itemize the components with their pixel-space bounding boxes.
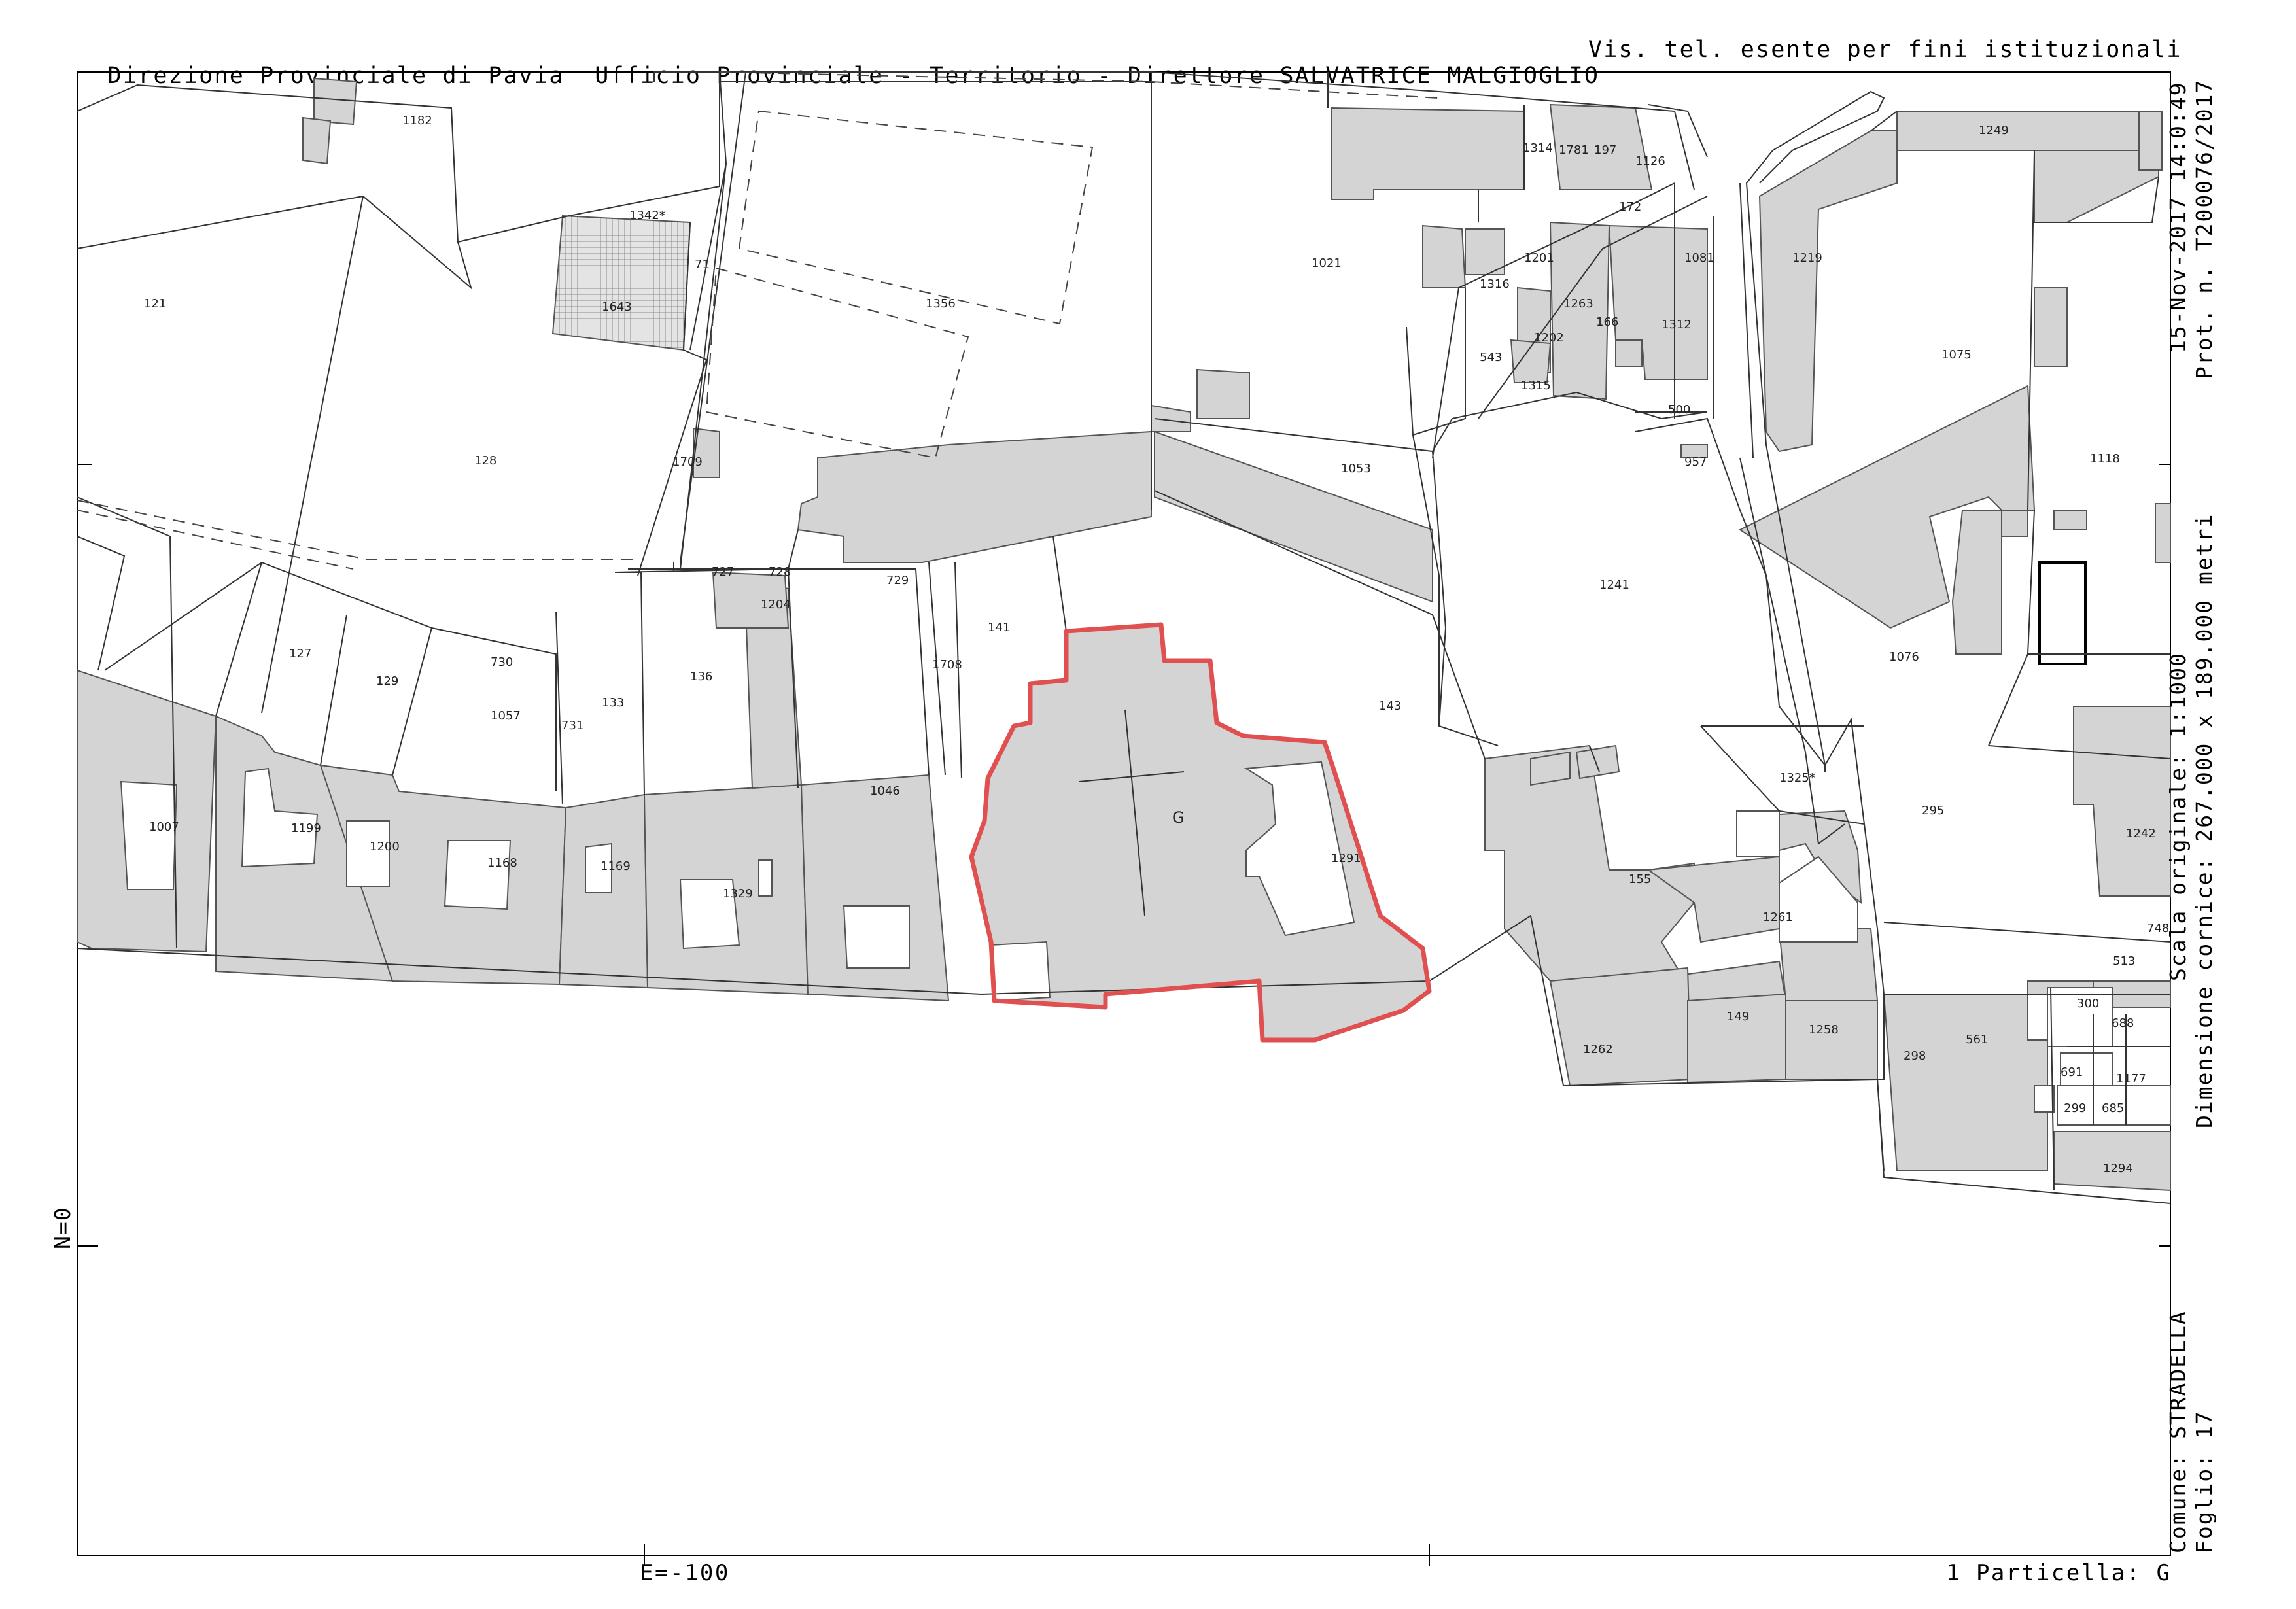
parcel-label: 1294 bbox=[2103, 1162, 2133, 1175]
parcel-label: 500 bbox=[1668, 403, 1690, 417]
parcel-label: 298 bbox=[1904, 1049, 1926, 1063]
parcel-label: 155 bbox=[1629, 873, 1651, 886]
parcel-label: 141 bbox=[988, 621, 1010, 634]
foglio-label: Foglio: 17 bbox=[2191, 1410, 2217, 1553]
parcel-label: 1046 bbox=[870, 784, 900, 798]
north-coordinate: N=0 bbox=[50, 1206, 75, 1249]
parcel-label: 688 bbox=[2112, 1016, 2134, 1030]
parcel-label: 1076 bbox=[1889, 650, 1919, 664]
parcel-label: 1315 bbox=[1521, 379, 1551, 392]
parcel-label: 561 bbox=[1966, 1033, 1988, 1047]
parcel-label: 1356 bbox=[926, 297, 956, 311]
frame-dimension: Dimensione cornice: 267.000 x 189.000 me… bbox=[2191, 513, 2217, 1128]
parcel-label: 729 bbox=[886, 574, 909, 587]
parcel-label: 1249 bbox=[1979, 124, 2009, 137]
particella-count: 1 Particella: G bbox=[1946, 1560, 2172, 1586]
parcel-label: 1053 bbox=[1341, 462, 1371, 476]
parcel-label: 1258 bbox=[1809, 1023, 1839, 1037]
parcel-label: 1202 bbox=[1534, 331, 1564, 345]
parcel-label: 1021 bbox=[1312, 256, 1342, 270]
buildings-layer bbox=[77, 77, 2171, 1192]
parcel-label: 1075 bbox=[1941, 348, 1972, 362]
parcel-label: 1199 bbox=[291, 822, 321, 835]
parcel-label: 197 bbox=[1594, 143, 1616, 157]
parcel-label: 1242 bbox=[2126, 827, 2156, 840]
parcel-label: 172 bbox=[1619, 200, 1641, 214]
parcel-label: 1204 bbox=[761, 598, 791, 612]
parcel-label: 1312 bbox=[1661, 318, 1692, 332]
parcel-label: 1342* bbox=[629, 209, 665, 222]
parcel-label: 136 bbox=[690, 670, 712, 683]
parcel-label: 1200 bbox=[370, 840, 400, 854]
parcel-label: 1316 bbox=[1480, 277, 1510, 291]
parcel-label: 1262 bbox=[1583, 1043, 1613, 1056]
parcel-label: 129 bbox=[376, 674, 398, 688]
parcel-label: 691 bbox=[2061, 1065, 2083, 1079]
parcel-label: 1118 bbox=[2090, 452, 2120, 466]
parcel-label: 1168 bbox=[487, 856, 517, 870]
parcel-label: 1314 bbox=[1523, 141, 1553, 155]
parcel-label: 1177 bbox=[2116, 1072, 2146, 1086]
protocol-number: Prot. n. T200076/2017 bbox=[2191, 78, 2217, 379]
parcel-label: 1169 bbox=[600, 859, 631, 873]
parcel-label: 1708 bbox=[932, 658, 962, 672]
parcel-label: 143 bbox=[1379, 699, 1401, 713]
parcel-label: 133 bbox=[602, 696, 624, 710]
parcel-label: 731 bbox=[561, 719, 583, 733]
parcel-label: 730 bbox=[491, 655, 513, 669]
parcel-label: 1643 bbox=[602, 300, 632, 314]
parcel-label: 1007 bbox=[149, 820, 179, 834]
parcel-label: 1081 bbox=[1684, 251, 1714, 265]
parcel-label: 1182 bbox=[402, 114, 432, 128]
cadastral-map: 1182 121 1342* 1643 71 1356 128 1709 727… bbox=[77, 71, 2171, 1566]
parcel-label: 300 bbox=[2077, 997, 2099, 1011]
parcel-label: 149 bbox=[1727, 1010, 1749, 1024]
date-stamp: 15-Nov-2017 14:0:49 bbox=[2165, 81, 2191, 354]
parcel-label: 957 bbox=[1684, 455, 1707, 469]
parcel-label: 513 bbox=[2113, 954, 2135, 968]
parcel-label: 127 bbox=[289, 647, 311, 661]
parcel-label: 1291 bbox=[1331, 852, 1361, 865]
parcel-label: 1329 bbox=[723, 887, 753, 901]
parcel-label: 1709 bbox=[672, 455, 703, 469]
parcel-label: 543 bbox=[1480, 351, 1502, 364]
parcel-label: 1241 bbox=[1599, 578, 1629, 592]
parcel-label: 685 bbox=[2102, 1101, 2124, 1115]
scale-info: Scala originale: 1:1000 bbox=[2165, 652, 2191, 981]
parcel-label: 1126 bbox=[1635, 154, 1665, 168]
parcel-label: 727 bbox=[712, 565, 734, 579]
parcel-label: 1201 bbox=[1524, 251, 1554, 265]
parcel-label-G: G bbox=[1172, 808, 1185, 827]
parcel-label: 166 bbox=[1596, 315, 1618, 329]
parcel-label: 121 bbox=[144, 297, 166, 311]
parcel-label: 1219 bbox=[1792, 251, 1822, 265]
comune-label: Comune: STRADELLA bbox=[2165, 1310, 2191, 1553]
parcel-label: 1057 bbox=[491, 709, 521, 723]
parcel-label: 1781 bbox=[1559, 143, 1589, 157]
parcel-label: 128 bbox=[474, 454, 496, 468]
parcel-label: 299 bbox=[2064, 1101, 2086, 1115]
parcel-label: 728 bbox=[769, 565, 791, 579]
parcel-label: 71 bbox=[695, 258, 710, 271]
hatched-parcel bbox=[551, 215, 691, 351]
east-coordinate: E=-100 bbox=[640, 1560, 730, 1586]
parcel-label: 1261 bbox=[1763, 910, 1793, 924]
parcel-label: 1325* bbox=[1779, 771, 1815, 785]
parcel-label: 295 bbox=[1922, 804, 1944, 818]
parcel-label: 1263 bbox=[1563, 297, 1593, 311]
